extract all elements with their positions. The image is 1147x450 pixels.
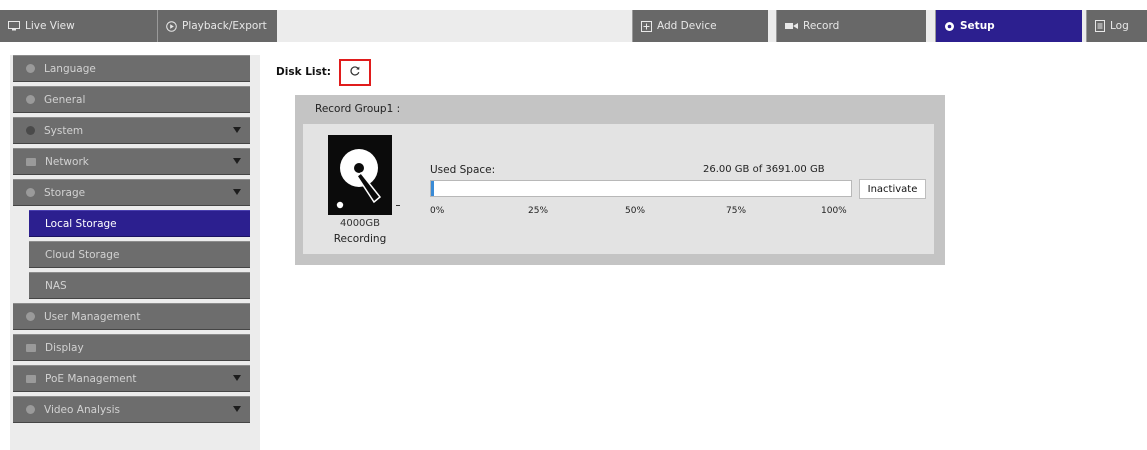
tab-playback-export[interactable]: Playback/Export <box>157 10 277 42</box>
tab-label: Add Device <box>657 20 717 32</box>
progress-tick-75: 75% <box>726 206 747 216</box>
sidebar-item-label: System <box>44 124 84 137</box>
sidebar-item-video-analysis[interactable]: Video Analysis <box>13 396 250 423</box>
disk-card: 4000GB Recording Used Space: 26.00 GB of… <box>303 124 934 254</box>
caret-down-icon <box>233 375 241 381</box>
tab-add-device[interactable]: Add Device <box>632 10 768 42</box>
info-icon <box>26 95 35 104</box>
sidebar-subitem-cloud-storage[interactable]: Cloud Storage <box>29 241 250 268</box>
sidebar-item-language[interactable]: Language <box>13 55 250 82</box>
progress-tick-0: 0% <box>430 206 445 216</box>
disk-status: Recording <box>333 233 387 245</box>
progress-tick-100: 100% <box>821 206 847 216</box>
add-device-icon <box>641 20 652 32</box>
globe-icon <box>26 64 35 73</box>
analysis-icon <box>26 405 35 414</box>
tab-record[interactable]: Record <box>776 10 926 42</box>
caret-down-icon <box>233 127 241 133</box>
sidebar-item-network[interactable]: Network <box>13 148 250 175</box>
sidebar-item-user-management[interactable]: User Management <box>13 303 250 330</box>
sidebar-item-poe-management[interactable]: PoE Management <box>13 365 250 392</box>
sidebar-item-label: Cloud Storage <box>45 248 120 261</box>
record-group-panel: Record Group1 : 4000GB Recording Used Sp… <box>295 95 945 265</box>
sidebar-item-label: Display <box>45 341 84 354</box>
tab-label: Live View <box>25 20 75 32</box>
sidebar-item-label: Language <box>44 62 96 75</box>
caret-down-icon <box>233 406 241 412</box>
sidebar-item-label: General <box>44 93 86 106</box>
sidebar-subitem-local-storage[interactable]: Local Storage <box>29 210 250 237</box>
display-icon <box>26 343 36 352</box>
sidebar-item-label: Local Storage <box>45 217 117 230</box>
tab-label: Setup <box>960 20 995 32</box>
used-space-progress-fill <box>431 181 434 196</box>
sidebar-item-label: Video Analysis <box>44 403 121 416</box>
gear-icon <box>26 126 35 135</box>
sidebar-item-display[interactable]: Display <box>13 334 250 361</box>
disk-marker <box>396 205 400 206</box>
sidebar-item-label: Storage <box>44 186 86 199</box>
camera-record-icon <box>785 22 798 30</box>
sidebar: Language General System Network Storage … <box>10 55 260 450</box>
hard-disk-icon <box>328 135 392 215</box>
tab-label: Record <box>803 20 840 32</box>
tab-label: Playback/Export <box>182 20 267 32</box>
sidebar-item-label: User Management <box>44 310 141 323</box>
progress-tick-25: 25% <box>528 206 549 216</box>
sidebar-subitem-nas[interactable]: NAS <box>29 272 250 299</box>
disk-size: 4000GB <box>339 218 381 229</box>
used-space-value: 26.00 GB of 3691.00 GB <box>703 164 825 175</box>
refresh-button[interactable] <box>339 59 371 86</box>
used-space-label: Used Space: <box>430 164 496 176</box>
sidebar-item-system[interactable]: System <box>13 117 250 144</box>
inactivate-button[interactable]: Inactivate <box>859 179 926 199</box>
poe-icon <box>26 374 36 383</box>
tab-setup[interactable]: Setup <box>935 10 1082 42</box>
caret-down-icon <box>233 158 241 164</box>
used-space-progress-bar <box>430 180 852 197</box>
progress-tick-50: 50% <box>625 206 646 216</box>
sidebar-item-label: Network <box>45 155 89 168</box>
gear-icon <box>944 21 955 32</box>
caret-down-icon <box>233 189 241 195</box>
tab-label: Log <box>1110 20 1129 32</box>
play-circle-icon <box>166 20 177 32</box>
disk-list-label: Disk List: <box>276 66 331 78</box>
top-nav-bar: Live View Playback/Export Add Device Rec… <box>0 10 1147 42</box>
sidebar-item-label: NAS <box>45 279 67 292</box>
monitor-icon <box>8 21 20 31</box>
users-icon <box>26 312 35 321</box>
sidebar-item-storage[interactable]: Storage <box>13 179 250 206</box>
tab-log[interactable]: Log <box>1086 10 1147 42</box>
sidebar-item-general[interactable]: General <box>13 86 250 113</box>
sidebar-item-label: PoE Management <box>45 372 137 385</box>
tab-live-view[interactable]: Live View <box>0 10 157 42</box>
document-icon <box>1095 20 1105 32</box>
record-group-title: Record Group1 : <box>315 103 401 115</box>
storage-icon <box>26 188 35 197</box>
refresh-icon <box>349 65 361 80</box>
network-icon <box>26 157 36 166</box>
